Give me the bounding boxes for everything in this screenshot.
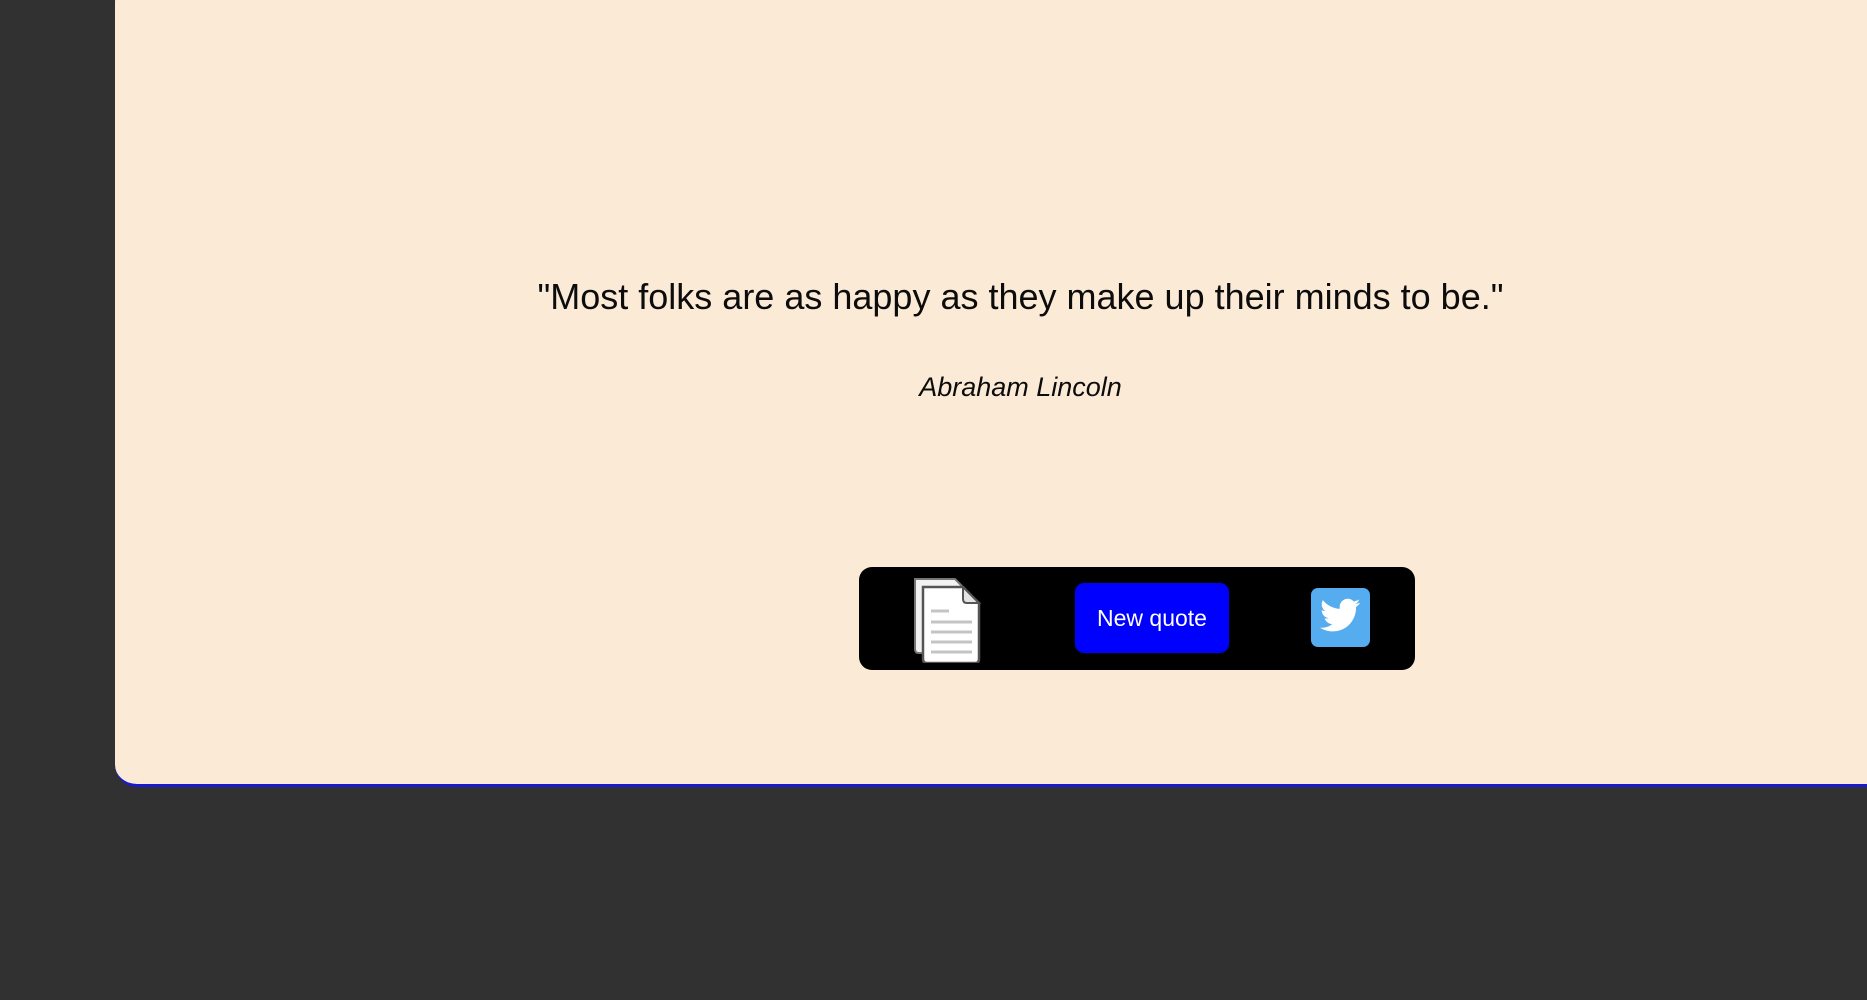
quote-card: "Most folks are as happy as they make up…: [115, 0, 1867, 787]
twitter-icon: [1320, 598, 1361, 632]
quote-toolbar: New quote: [859, 567, 1415, 670]
new-quote-button[interactable]: New quote: [1075, 583, 1229, 653]
quote-author: Abraham Lincoln: [919, 372, 1122, 402]
tweet-button[interactable]: [1311, 588, 1370, 647]
copy-document-icon: [914, 578, 982, 665]
quote-text: "Most folks are as happy as they make up…: [537, 276, 1504, 317]
copy-button[interactable]: [911, 575, 985, 665]
